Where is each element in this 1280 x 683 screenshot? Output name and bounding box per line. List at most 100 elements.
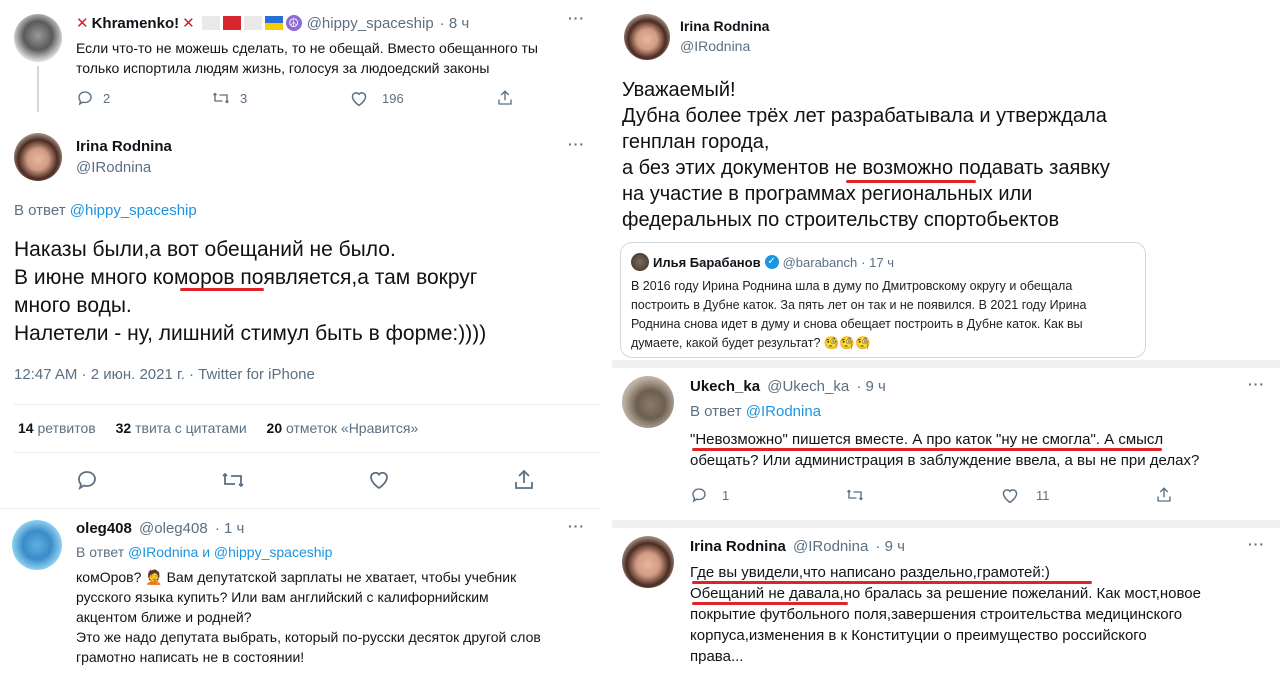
- more-options-icon[interactable]: ···: [568, 518, 585, 534]
- red-underline: [846, 180, 976, 183]
- more-options-icon[interactable]: ···: [568, 10, 585, 26]
- tweet-text-line: Обещаний не давала,но бралась за решение…: [690, 585, 1201, 602]
- tweet-text: Где вы увидели,что написано раздельно,гр…: [690, 562, 1201, 667]
- avatar[interactable]: [624, 14, 670, 60]
- reply-button[interactable]: 2: [76, 89, 110, 107]
- tweet-time[interactable]: · 8 ч: [440, 15, 470, 32]
- tweet-time[interactable]: · 9 ч: [875, 538, 905, 555]
- tweet-text-line: акцентом ближе и родней?: [76, 609, 252, 625]
- author-name[interactable]: Ukech_ka: [690, 378, 760, 395]
- retweet-icon: [222, 472, 244, 488]
- tweet-text-line: права...: [690, 648, 744, 665]
- red-underline: [692, 581, 1092, 584]
- share-icon: [1157, 487, 1171, 502]
- share-button[interactable]: [1155, 486, 1173, 504]
- like-count: 11: [1036, 487, 1050, 503]
- tweet-text-line: Уважаемый!: [622, 79, 736, 101]
- author-name[interactable]: Irina Rodnina: [690, 538, 786, 555]
- reply-mention[interactable]: @hippy_spaceship: [70, 202, 197, 219]
- tweet-text-line: Это же надо депутата выбрать, который по…: [76, 629, 541, 645]
- author-name[interactable]: Khramenko!: [92, 15, 180, 32]
- section-gap: [612, 360, 1280, 368]
- share-button[interactable]: [512, 468, 536, 492]
- reply-mention[interactable]: @hippy_spaceship: [214, 544, 333, 560]
- reply-button[interactable]: 1: [690, 486, 729, 504]
- thread-line: [37, 66, 39, 112]
- divider: [0, 508, 600, 509]
- quotes-stat[interactable]: 32 твита с цитатами: [116, 420, 251, 436]
- reply-icon: [78, 91, 92, 106]
- tweet-text-line: федеральных по строительству спортобьект…: [622, 209, 1060, 231]
- red-underline: [180, 288, 264, 291]
- red-underline: [692, 448, 1162, 451]
- quote-card[interactable]: Илья Барабанов ✓ @barabanch · 17 ч В 201…: [620, 242, 1146, 358]
- reply-context: В ответ @IRodnina и @hippy_spaceship: [76, 544, 332, 560]
- retweets-stat[interactable]: 14 ретвитов: [18, 420, 100, 436]
- author-handle[interactable]: @hippy_spaceship: [307, 15, 434, 32]
- like-button[interactable]: 196: [349, 89, 404, 107]
- more-options-icon[interactable]: ···: [1248, 536, 1265, 552]
- tweet-text: комОров? 🤦 Вам депутатской зарплаты не х…: [76, 567, 541, 667]
- author-name[interactable]: Илья Барабанов: [653, 255, 761, 270]
- author-name[interactable]: Irina Rodnina: [680, 18, 769, 34]
- avatar[interactable]: [14, 14, 62, 62]
- heart-icon: [351, 92, 367, 107]
- share-button[interactable]: [496, 89, 514, 107]
- reply-mention[interactable]: @IRodnina: [746, 403, 821, 420]
- author-name[interactable]: oleg408: [76, 520, 132, 537]
- tweet-text: Уважаемый! Дубна более трёх лет разрабат…: [622, 77, 1110, 233]
- tweet-time[interactable]: · 17 ч: [861, 255, 894, 270]
- author-handle[interactable]: @barabanch: [783, 255, 858, 270]
- avatar[interactable]: [622, 536, 674, 588]
- retweet-button[interactable]: [845, 486, 865, 504]
- tweet-text: Если что-то не можешь сделать, то не обе…: [76, 38, 538, 78]
- tweet-header: Irina Rodnina @IRodnina · 9 ч: [690, 538, 905, 555]
- tweet-text-line: "Невозможно" пишется вместе. А про каток…: [690, 431, 1164, 448]
- author-handle[interactable]: @IRodnina: [793, 538, 868, 555]
- tweet-text-line: комОров? 🤦 Вам депутатской зарплаты не х…: [76, 569, 517, 585]
- author-handle[interactable]: @Ukech_ka: [767, 378, 849, 395]
- tweet-text-line: грамотно написать не в состоянии!: [76, 649, 305, 665]
- share-icon: [515, 469, 533, 489]
- share-icon: [498, 90, 512, 105]
- reply-count: 1: [722, 487, 730, 503]
- reply-icon: [692, 488, 706, 503]
- like-button[interactable]: [367, 468, 391, 490]
- tweet-text-line: Наказы были,а вот обещаний не было.: [14, 238, 396, 261]
- x-mark-icon: ✕: [76, 15, 89, 32]
- author-name[interactable]: Irina Rodnina: [76, 138, 172, 155]
- retweet-icon: [213, 92, 229, 104]
- column-separator: [600, 0, 612, 683]
- avatar[interactable]: [12, 520, 62, 570]
- avatar[interactable]: [14, 133, 62, 181]
- reply-button[interactable]: [75, 468, 99, 492]
- author-handle[interactable]: @IRodnina: [680, 38, 750, 54]
- author-handle[interactable]: @IRodnina: [76, 159, 151, 176]
- retweets-count: 14: [18, 420, 34, 436]
- like-button[interactable]: 11: [1000, 486, 1050, 504]
- more-options-icon[interactable]: ···: [1248, 376, 1265, 392]
- avatar[interactable]: [622, 376, 674, 428]
- author-handle[interactable]: @oleg408: [139, 520, 208, 537]
- quote-text: В 2016 году Ирина Роднина шла в думу по …: [631, 277, 1086, 353]
- tweet-meta[interactable]: 12:47 AM · 2 июн. 2021 г. · Twitter for …: [14, 366, 315, 383]
- avatar[interactable]: [631, 253, 649, 271]
- likes-stat[interactable]: 20 отметок «Нравится»: [267, 420, 419, 436]
- tweet-text-line: В 2016 году Ирина Роднина шла в думу по …: [631, 279, 1073, 293]
- tweet-text-line: генплан города,: [622, 131, 770, 153]
- flag-ukraine-icon: [264, 16, 283, 30]
- tweet-time[interactable]: · 1 ч: [215, 520, 245, 537]
- tweet-text-line: а без этих документов не возможно подава…: [622, 157, 1110, 179]
- tweet-time[interactable]: · 9 ч: [856, 378, 886, 395]
- tweet-text-line: Роднина снова идет в думу и снова обещае…: [631, 317, 1083, 331]
- main-tweet-text: Наказы были,а вот обещаний не было. В ию…: [14, 236, 486, 348]
- more-options-icon[interactable]: ···: [568, 136, 585, 152]
- tweet-text-line: на участие в программах региональных или: [622, 183, 1033, 205]
- retweet-button[interactable]: 3: [211, 89, 247, 107]
- reply-mention[interactable]: @IRodnina: [128, 544, 198, 560]
- tweet-text-line: Если что-то не можешь сделать, то не обе…: [76, 40, 538, 56]
- retweet-button[interactable]: [220, 468, 246, 492]
- main-tweet-actions: [75, 468, 545, 494]
- x-mark-icon: ✕: [182, 15, 195, 32]
- reply-and: и: [202, 544, 211, 560]
